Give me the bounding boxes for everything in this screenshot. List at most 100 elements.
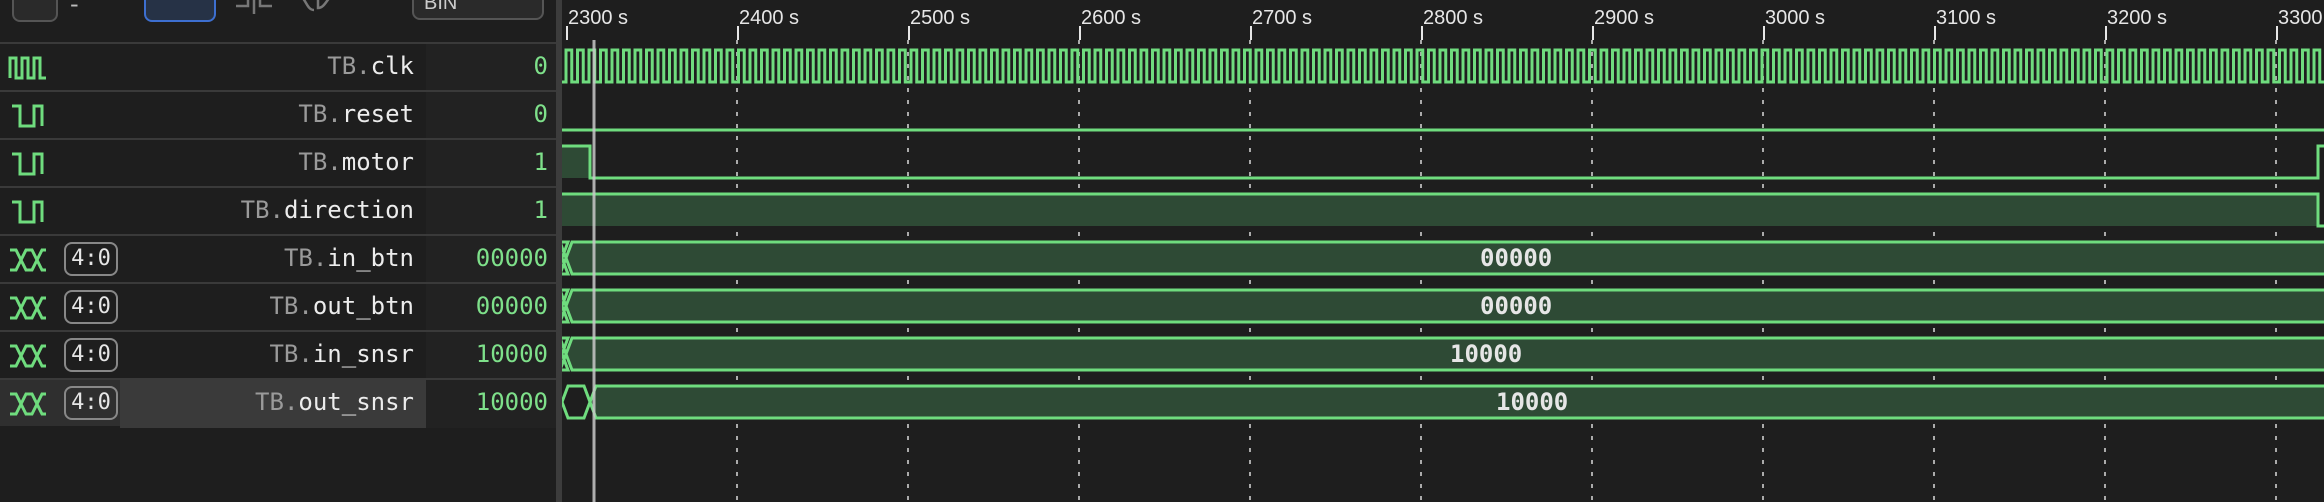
wave-style-digital-button[interactable] bbox=[144, 0, 216, 22]
bit-signal-icon bbox=[12, 104, 44, 128]
digital-wave-icon bbox=[166, 0, 196, 2]
tick-label: 2400 s bbox=[739, 7, 800, 29]
signal-value: 10000 bbox=[475, 340, 548, 368]
radix-select[interactable]: BIN bbox=[412, 0, 544, 20]
waveform-viewer[interactable]: 00000 00000 10000 10000 bbox=[562, 40, 2324, 502]
signal-name-cell[interactable]: TB.clk bbox=[120, 44, 426, 92]
tick-mark bbox=[1592, 26, 1594, 40]
tick-label: 2500 s bbox=[910, 7, 971, 29]
signal-basename: out_snsr bbox=[298, 388, 414, 416]
in_btn-bus-segment bbox=[564, 240, 2324, 276]
tick-mark bbox=[1079, 26, 1081, 40]
wave-style-analog-icon[interactable] bbox=[296, 0, 342, 18]
signal-row-direction[interactable]: TB.direction 1 bbox=[0, 186, 556, 236]
signal-value: 10000 bbox=[475, 388, 548, 416]
bit-range-badge: 4:0 bbox=[64, 338, 118, 372]
tick-mark bbox=[1421, 26, 1423, 40]
tick-label: 2900 s bbox=[1594, 7, 1655, 29]
signal-basename: out_btn bbox=[312, 292, 414, 320]
signal-value-cell: 1 bbox=[426, 140, 556, 188]
signal-row-out_snsr[interactable]: 4:0 TB.out_snsr 10000 bbox=[0, 378, 556, 428]
tick-mark bbox=[2276, 26, 2278, 40]
signal-value-cell: 0 bbox=[426, 92, 556, 140]
signal-basename: clk bbox=[370, 52, 414, 80]
tick-label: 2700 s bbox=[1252, 7, 1313, 29]
signal-basename: motor bbox=[341, 148, 414, 176]
bus-signal-icon bbox=[10, 296, 46, 320]
signal-row-in_btn[interactable]: 4:0 TB.in_btn 00000 bbox=[0, 234, 556, 284]
signal-basename: in_snsr bbox=[312, 340, 414, 368]
tick-mark bbox=[566, 26, 568, 40]
toolbar: - BIN 2300 s 2400 s 2500 s 2600 s 2700 s 2800… bbox=[0, 0, 2324, 40]
motor-waveform bbox=[562, 144, 2324, 180]
tick-mark bbox=[1763, 26, 1765, 40]
tick-mark bbox=[2105, 26, 2107, 40]
zoom-out-button[interactable]: - bbox=[70, 0, 79, 18]
signal-name-cell[interactable]: TB.out_snsr bbox=[120, 380, 426, 428]
tick-label: 3200 s bbox=[2107, 7, 2168, 29]
wave-style-step-icon[interactable] bbox=[234, 0, 274, 18]
tick-label: 3000 s bbox=[1765, 7, 1826, 29]
signal-name: TB.motor bbox=[298, 148, 414, 176]
tick-mark bbox=[737, 26, 739, 40]
clock-signal-icon bbox=[8, 56, 46, 80]
bit-range-badge: 4:0 bbox=[64, 386, 118, 420]
tick-label: 3300 s bbox=[2278, 7, 2324, 29]
bus-signal-icon bbox=[10, 344, 46, 368]
out_snsr-bus-segment bbox=[588, 384, 2324, 420]
signal-name-cell[interactable]: TB.in_btn bbox=[120, 236, 426, 284]
signal-row-motor[interactable]: TB.motor 1 bbox=[0, 138, 556, 188]
signal-value: 00000 bbox=[475, 244, 548, 272]
signal-value: 00000 bbox=[475, 292, 548, 320]
signal-basename: in_btn bbox=[327, 244, 414, 272]
signal-value-cell: 0 bbox=[426, 44, 556, 92]
signal-name-cell[interactable]: TB.motor bbox=[120, 140, 426, 188]
clk-waveform bbox=[562, 48, 2324, 84]
waveform-canvas bbox=[562, 40, 2324, 502]
signal-basename: reset bbox=[341, 100, 414, 128]
timeline-ruler[interactable]: 2300 s 2400 s 2500 s 2600 s 2700 s 2800 s 2900… bbox=[562, 0, 2324, 40]
bit-range-badge: 4:0 bbox=[64, 242, 118, 276]
signal-row-clk[interactable]: TB.clk 0 bbox=[0, 42, 556, 92]
signal-name-cell[interactable]: TB.reset bbox=[120, 92, 426, 140]
bit-range-badge: 4:0 bbox=[64, 290, 118, 324]
color-swatch-button[interactable] bbox=[12, 0, 58, 22]
tick-mark bbox=[1250, 26, 1252, 40]
signal-value-cell: 00000 bbox=[426, 284, 556, 332]
direction-high-fill bbox=[562, 194, 2318, 226]
signal-name-cell[interactable]: TB.out_btn bbox=[120, 284, 426, 332]
radix-select-value: BIN bbox=[424, 0, 458, 14]
bit-signal-icon bbox=[12, 200, 44, 224]
motor-high-fill bbox=[562, 146, 590, 178]
signal-name: TB.out_btn bbox=[269, 292, 414, 320]
tick-mark bbox=[1934, 26, 1936, 40]
signal-value: 0 bbox=[533, 100, 548, 128]
bus-value-label: 00000 bbox=[1480, 292, 1553, 320]
bus-signal-icon bbox=[10, 248, 46, 272]
signal-row-reset[interactable]: TB.reset 0 bbox=[0, 90, 556, 140]
signal-scope: TB. bbox=[298, 100, 342, 128]
signal-basename: direction bbox=[283, 196, 414, 224]
signal-scope: TB. bbox=[283, 244, 328, 272]
signal-name: TB.in_btn bbox=[284, 244, 414, 272]
signal-name-cell[interactable]: TB.direction bbox=[120, 188, 426, 236]
tick-label: 2300 s bbox=[568, 7, 629, 29]
out_btn-bus-segment bbox=[564, 288, 2324, 324]
tick-mark bbox=[908, 26, 910, 40]
signal-scope: TB. bbox=[255, 388, 299, 416]
signal-list: TB.clk 0 TB.reset 0 TB.motor 1 TB.direction 1 4:… bbox=[0, 42, 556, 502]
bit-signal-icon bbox=[12, 152, 44, 176]
signal-value-cell: 1 bbox=[426, 188, 556, 236]
tick-label: 2600 s bbox=[1081, 7, 1142, 29]
signal-row-out_btn[interactable]: 4:0 TB.out_btn 00000 bbox=[0, 282, 556, 332]
signal-scope: TB. bbox=[269, 340, 313, 368]
signal-value-cell: 10000 bbox=[426, 380, 556, 428]
signal-name: TB.direction bbox=[241, 196, 414, 224]
signal-scope: TB. bbox=[240, 196, 284, 224]
signal-row-in_snsr[interactable]: 4:0 TB.in_snsr 10000 bbox=[0, 330, 556, 380]
signal-name: TB.clk bbox=[327, 52, 414, 80]
signal-name: TB.out_snsr bbox=[255, 388, 414, 416]
bus-signal-icon bbox=[10, 392, 46, 416]
bus-value-label: 10000 bbox=[1450, 340, 1523, 368]
signal-name-cell[interactable]: TB.in_snsr bbox=[120, 332, 426, 380]
